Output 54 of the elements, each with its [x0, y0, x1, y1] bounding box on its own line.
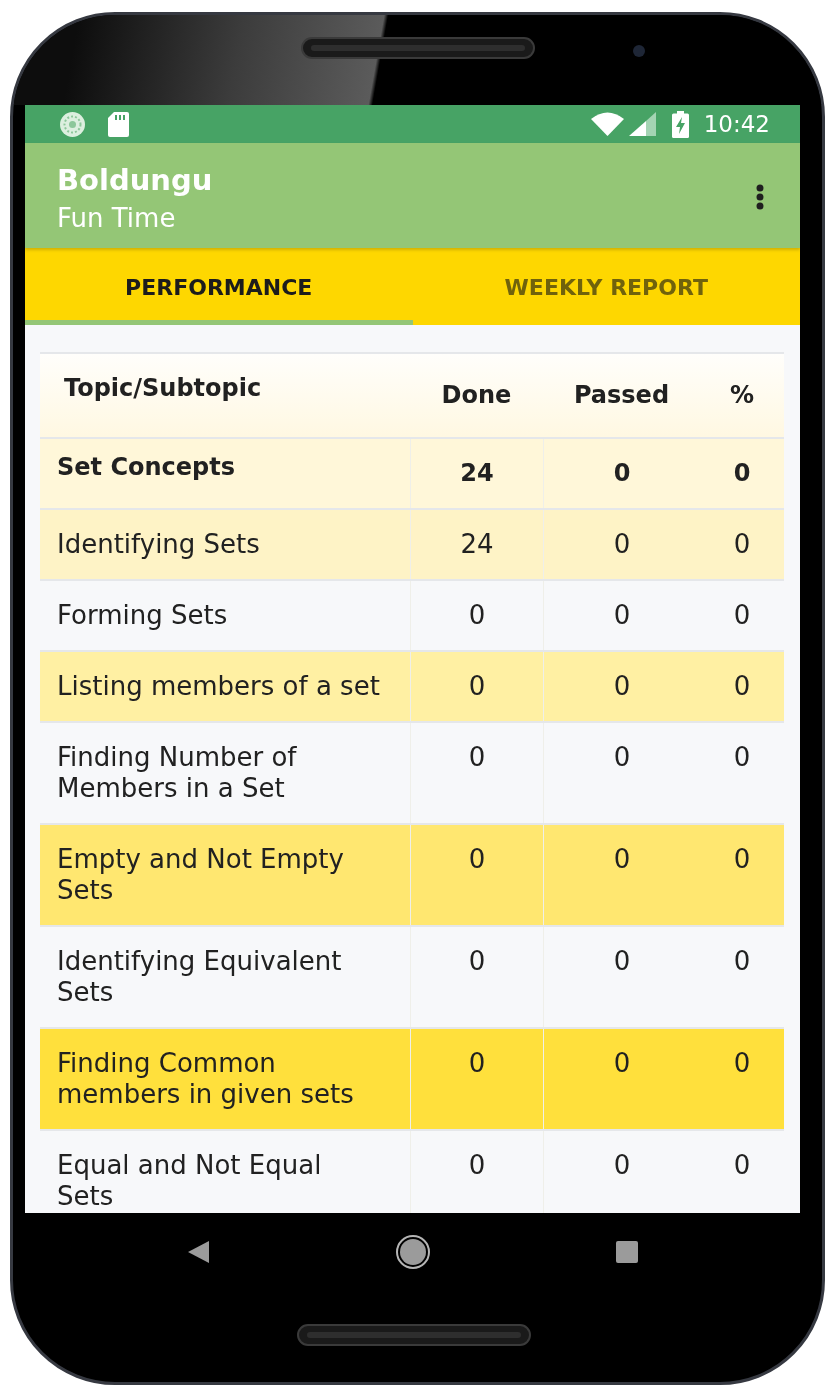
passed-count: 0 [613, 671, 631, 702]
topic-name: Finding Common members in given sets [57, 1048, 355, 1110]
recents-icon [615, 1240, 638, 1263]
topic-name: Listing members of a set [57, 671, 380, 702]
percent-value: 0 [733, 458, 751, 489]
passed-count: 0 [613, 600, 631, 631]
passed-count: 0 [613, 742, 631, 774]
passed-count: 0 [613, 946, 631, 978]
done-count: 0 [468, 1048, 486, 1080]
dotted-circle-icon [60, 111, 85, 137]
battery-charging-icon [671, 110, 689, 138]
percent-value: 0 [733, 1150, 751, 1182]
topic-name: Equal and Not Equal Sets [57, 1150, 323, 1212]
front-camera [633, 45, 645, 57]
done-count: 0 [468, 600, 486, 631]
done-count: 0 [468, 1150, 486, 1182]
topic-name: Identifying Sets [57, 529, 260, 560]
topic-name: Forming Sets [57, 600, 228, 631]
percent-value: 0 [733, 671, 751, 702]
percent-value: 0 [733, 600, 751, 631]
percent-value: 0 [733, 1048, 751, 1080]
done-count: 0 [468, 844, 486, 876]
more-vertical-icon [756, 184, 764, 210]
clock-time: 10:42 [703, 110, 770, 138]
percent-value: 0 [733, 946, 751, 978]
passed-count: 0 [613, 844, 631, 876]
done-count: 0 [468, 946, 486, 978]
column-header: Done [441, 380, 512, 411]
percent-value: 0 [733, 844, 751, 876]
passed-count: 0 [613, 458, 631, 489]
done-count: 0 [468, 742, 486, 774]
column-header: Passed [573, 380, 670, 411]
column-header: Topic/Subtopic [64, 373, 262, 404]
percent-value: 0 [733, 742, 751, 774]
column-header: % [729, 380, 754, 411]
done-count: 24 [460, 529, 494, 560]
done-count: 0 [468, 671, 486, 702]
passed-count: 0 [613, 1048, 631, 1080]
sd-card-icon [108, 111, 129, 137]
back-icon [187, 1240, 210, 1263]
topic-name: Set Concepts [57, 452, 236, 483]
wifi-icon [590, 112, 624, 136]
percent-value: 0 [733, 529, 751, 560]
topic-name: Finding Number of Members in a Set [57, 742, 298, 804]
passed-count: 0 [613, 529, 631, 560]
topic-name: Empty and Not Empty Sets [57, 844, 345, 906]
app-title: Boldungu [57, 162, 213, 198]
signal-icon [628, 112, 656, 136]
passed-count: 0 [613, 1150, 631, 1182]
done-count: 24 [460, 458, 494, 489]
tab[interactable]: WEEKLY REPORT [412, 248, 800, 325]
app-subtitle: Fun Time [57, 203, 176, 233]
home-icon [395, 1234, 430, 1269]
topic-name: Identifying Equivalent Sets [57, 946, 343, 1008]
